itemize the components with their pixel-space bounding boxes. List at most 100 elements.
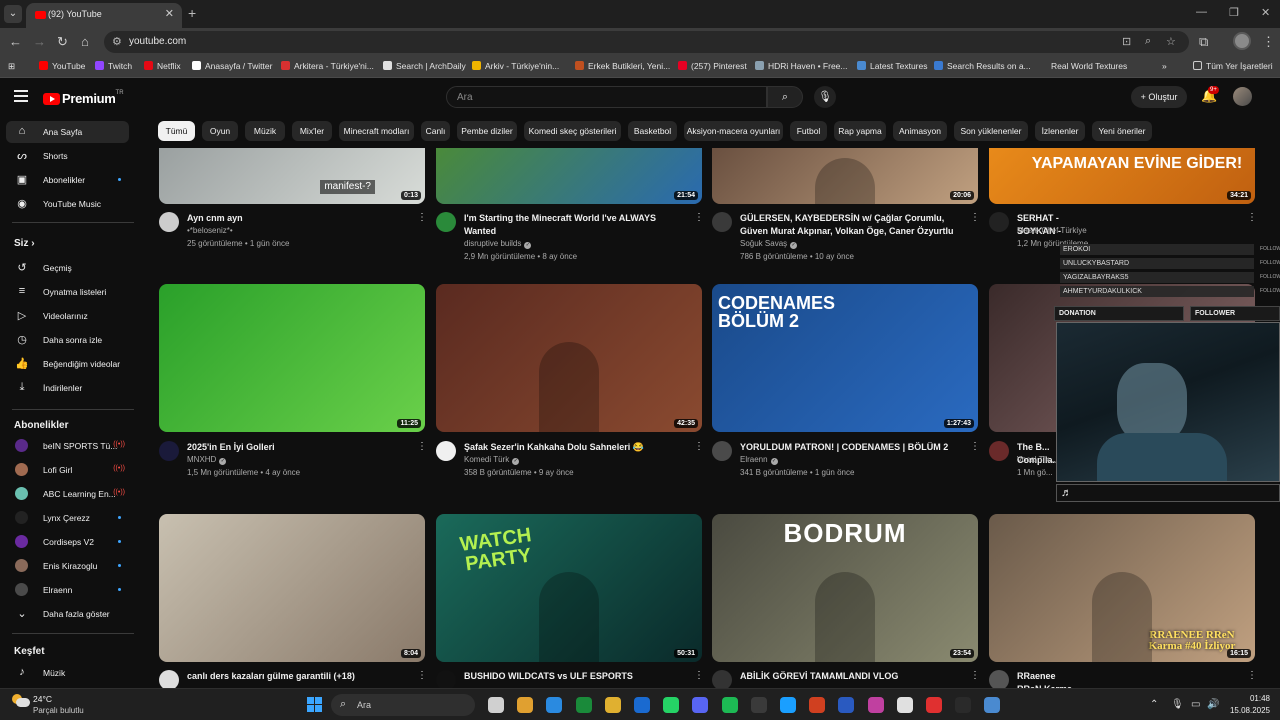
more-actions-icon[interactable]: ⋮ — [694, 670, 704, 681]
back-arrow-icon[interactable]: ← — [9, 34, 22, 49]
sidebar-item[interactable]: Lynx Çerezz — [6, 507, 129, 529]
create-button[interactable]: + Oluştur — [1131, 86, 1187, 108]
taskbar-app-icon[interactable] — [488, 697, 504, 713]
channel-name[interactable]: •*beloseniz*• — [187, 226, 233, 235]
chip-3[interactable]: Mix'ler — [292, 121, 332, 141]
clock-date[interactable]: 15.08.2025 — [1220, 706, 1270, 715]
chip-7[interactable]: Komedi skeç gösterileri — [524, 121, 621, 141]
sidebar-item[interactable]: Cordiseps V2 — [6, 531, 129, 553]
bookmark-item[interactable]: Arkitera - Türkiye'ni... — [281, 61, 374, 71]
taskbar-app-icon[interactable] — [604, 697, 621, 713]
video-thumbnail[interactable]: 21:54 — [436, 148, 702, 204]
volume-icon[interactable]: 🔊 — [1207, 699, 1219, 710]
reload-icon[interactable]: ↻ — [57, 34, 68, 50]
video-thumbnail[interactable]: CODENAMES BÖLÜM 2 1:27:43 — [712, 284, 978, 432]
bookmark-item[interactable]: (257) Pinterest — [678, 61, 747, 71]
channel-name[interactable]: disruptive builds ✓ — [464, 239, 532, 249]
browser-menu-icon[interactable]: ⋮ — [1262, 34, 1275, 50]
channel-avatar[interactable] — [159, 212, 179, 232]
taskbar-app-icon[interactable] — [926, 697, 942, 713]
chip-9[interactable]: Aksiyon-macera oyunları — [684, 121, 783, 141]
close-tab-icon[interactable]: ✕ — [165, 7, 174, 20]
channel-avatar[interactable] — [712, 441, 732, 461]
search-input[interactable] — [457, 90, 757, 104]
channel-name[interactable]: Komedi Türk ✓ — [464, 455, 520, 465]
maximize-icon[interactable]: ❐ — [1229, 6, 1239, 19]
install-app-icon[interactable]: ⊡ — [1122, 35, 1131, 48]
chip-13[interactable]: Son yüklenenler — [954, 121, 1028, 141]
zoom-icon[interactable]: ⌕ — [1145, 35, 1151, 48]
channel-name[interactable]: Soğuk Savaş ✓ — [740, 239, 798, 249]
chip-0[interactable]: Tümü — [158, 121, 195, 141]
sidebar-item[interactable]: ABC Learning En... ((•)) — [6, 483, 129, 505]
extensions-icon[interactable]: ⧉ — [1199, 34, 1208, 50]
weather-partly-cloudy-icon[interactable] — [12, 694, 30, 708]
taskbar-search[interactable]: ⌕ Ara — [331, 694, 475, 716]
microphone-tray-icon[interactable]: 🎙 — [1171, 699, 1184, 710]
channel-avatar[interactable] — [159, 441, 179, 461]
sidebar-item[interactable]: ▣ Abonelikler — [6, 169, 129, 191]
video-thumbnail[interactable]: 11:25 — [159, 284, 425, 432]
apps-grid-icon[interactable]: ⊞ — [8, 61, 15, 72]
address-bar[interactable]: ⚙ youtube.com ⊡ ⌕ ☆ — [104, 31, 1189, 53]
taskbar-app-icon[interactable] — [867, 697, 884, 713]
channel-avatar[interactable] — [436, 670, 456, 690]
video-title[interactable]: Şafak Sezer'in Kahkaha Dolu Sahneleri 😂 — [464, 441, 686, 454]
bookmark-item[interactable]: Search | ArchDaily — [383, 61, 466, 71]
channel-name[interactable]: Elraenn ✓ — [740, 455, 778, 465]
video-title[interactable]: I'm Starting the Minecraft World I've AL… — [464, 212, 686, 238]
channel-name[interactable]: MasterChef Türkiye — [1017, 226, 1087, 235]
taskbar-app-icon[interactable] — [838, 697, 855, 713]
hamburger-menu-icon[interactable] — [14, 90, 28, 102]
video-title[interactable]: 2025'in En İyi Golleri — [187, 441, 409, 454]
chip-12[interactable]: Animasyon — [893, 121, 947, 141]
taskbar-app-icon[interactable] — [955, 697, 972, 713]
chip-8[interactable]: Basketbol — [628, 121, 677, 141]
chip-6[interactable]: Pembe diziler — [457, 121, 517, 141]
video-title[interactable]: ABİLİK GÖREVİ TAMAMLANDI VLOG — [740, 670, 962, 683]
taskbar-app-icon[interactable] — [575, 697, 592, 713]
chip-4[interactable]: Minecraft modları — [339, 121, 414, 141]
sidebar-item[interactable]: ◷ Daha sonra izle — [6, 329, 129, 351]
sidebar-item[interactable]: beIN SPORTS Tü... ((•)) — [6, 435, 129, 457]
more-actions-icon[interactable]: ⋮ — [970, 441, 980, 452]
video-thumbnail[interactable]: WATCH PARTY 50:31 — [436, 514, 702, 662]
taskbar-app-icon[interactable] — [517, 697, 534, 713]
channel-avatar[interactable] — [989, 670, 1009, 690]
all-bookmarks-button[interactable]: Tüm Yer İşaretleri — [1193, 61, 1273, 71]
more-actions-icon[interactable]: ⋮ — [417, 670, 427, 681]
chip-14[interactable]: İzlenenler — [1035, 121, 1085, 141]
forward-arrow-icon[interactable]: → — [33, 34, 46, 49]
bookmark-item[interactable]: Search Results on a... — [934, 61, 1031, 71]
video-title[interactable]: GÜLERSEN, KAYBEDERSİN w/ Çağlar Çorumlu,… — [740, 212, 962, 238]
show-more-button[interactable]: ⌄ Daha fazla göster — [6, 603, 129, 625]
voice-search-button[interactable]: 🎙 — [814, 86, 836, 108]
more-actions-icon[interactable]: ⋮ — [694, 212, 704, 223]
more-actions-icon[interactable]: ⋮ — [1247, 212, 1257, 223]
chip-5[interactable]: Canlı — [421, 121, 450, 141]
taskbar-app-icon[interactable] — [663, 697, 680, 713]
taskbar-app-icon[interactable] — [780, 697, 796, 713]
sidebar-item[interactable]: ≡ Oynatma listeleri — [6, 281, 129, 303]
bookmark-item[interactable]: Real World Textures — [1051, 61, 1127, 71]
tab-search-button[interactable]: ⌄ — [4, 5, 22, 23]
sidebar-item[interactable]: Elraenn — [6, 579, 129, 601]
taskbar-app-icon[interactable] — [692, 697, 709, 713]
site-info-icon[interactable]: ⚙ — [112, 35, 122, 48]
browser-tab-youtube[interactable]: (92) YouTube ✕ — [26, 3, 182, 28]
channel-avatar[interactable] — [436, 441, 456, 461]
taskbar-app-icon[interactable] — [750, 697, 767, 713]
video-title[interactable]: Ayn cnm ayn — [187, 212, 409, 225]
more-actions-icon[interactable]: ⋮ — [417, 212, 427, 223]
video-thumbnail[interactable]: BODRUM 23:54 — [712, 514, 978, 662]
chip-10[interactable]: Futbol — [790, 121, 827, 141]
bookmark-item[interactable]: HDRi Haven • Free... — [755, 61, 848, 71]
account-avatar[interactable] — [1233, 87, 1252, 106]
chip-1[interactable]: Oyun — [202, 121, 238, 141]
video-title[interactable]: YORULDUM PATRON! | CODENAMES | BÖLÜM 2 — [740, 441, 962, 454]
video-thumbnail[interactable]: RRAENEE RReN Karma #40 İzliyor 16:15 — [989, 514, 1255, 662]
taskbar-app-icon[interactable] — [896, 697, 913, 713]
clock-time[interactable]: 01:48 — [1220, 694, 1270, 703]
video-title[interactable]: canlı ders kazaları gülme garantili (+18… — [187, 670, 409, 683]
channel-avatar[interactable] — [712, 212, 732, 232]
